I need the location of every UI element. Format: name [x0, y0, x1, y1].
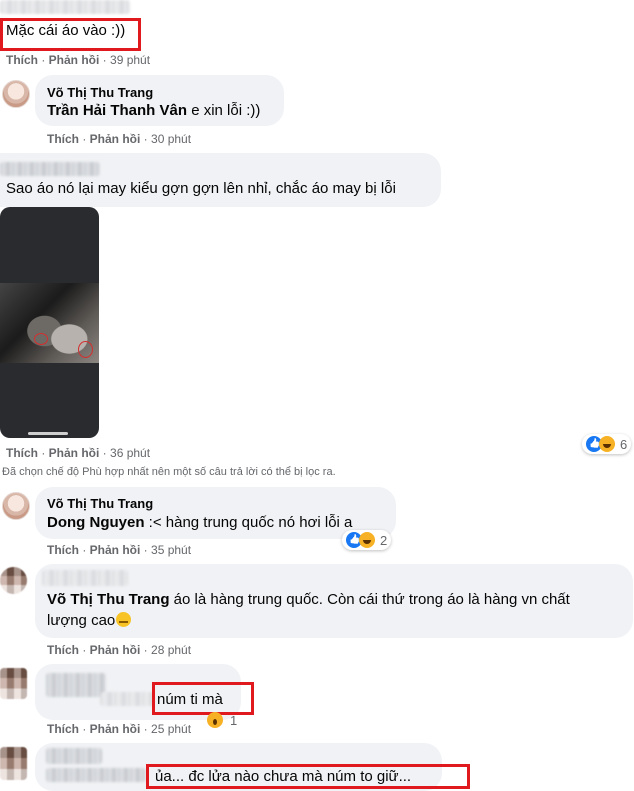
like-link[interactable]: Thích	[47, 643, 79, 657]
wow-reaction-icon	[207, 712, 223, 728]
reaction-count: 6	[620, 436, 628, 452]
comment-text: Võ Thị Thu Trang áo là hàng trung quốc. …	[47, 591, 570, 608]
redacted-name	[46, 768, 146, 782]
like-link[interactable]: Thích	[6, 53, 38, 67]
reply-link[interactable]: Phản hồi	[90, 643, 141, 657]
emoji-icon	[116, 612, 132, 627]
reaction-summary[interactable]: 1	[203, 710, 241, 730]
like-link[interactable]: Thích	[47, 132, 79, 146]
highlight-box	[0, 18, 141, 51]
mention-link[interactable]: Dong Nguyen	[47, 514, 145, 531]
annotation-circle	[78, 341, 93, 358]
comment-author[interactable]: Võ Thị Thu Trang	[47, 496, 153, 511]
photo-handle	[28, 432, 68, 435]
annotation-circle	[34, 333, 48, 345]
comment-text: Dong Nguyen :< hàng trung quốc nó hơi lỗ…	[47, 514, 353, 531]
comment-text: Sao áo nó lại may kiểu gợn gợn lên nhỉ, …	[6, 180, 396, 197]
reply-link[interactable]: Phản hồi	[49, 446, 100, 460]
reply-link[interactable]: Phản hồi	[49, 53, 100, 67]
reaction-count: 2	[380, 532, 388, 548]
comment-actions: Thích · Phản hồi · 39 phút	[6, 53, 151, 67]
reply-link[interactable]: Phản hồi	[90, 722, 141, 736]
mention-link[interactable]: Võ Thị Thu Trang	[47, 591, 170, 608]
reply-link[interactable]: Phản hồi	[90, 543, 141, 557]
comment-author[interactable]: Võ Thị Thu Trang	[47, 85, 153, 100]
highlight-box	[146, 764, 470, 789]
avatar[interactable]	[2, 80, 30, 108]
redacted-name	[46, 748, 102, 764]
comment-actions: Thích · Phản hồi · 25 phút	[47, 722, 192, 736]
reply-link[interactable]: Phản hồi	[90, 132, 141, 146]
reaction-summary[interactable]: 6	[582, 434, 632, 454]
attached-photo[interactable]	[0, 207, 99, 438]
filter-notice: Đã chọn chế độ Phù hợp nhất nên một số c…	[2, 466, 336, 478]
avatar[interactable]	[2, 492, 30, 520]
timestamp[interactable]: 35 phút	[151, 543, 191, 557]
like-link[interactable]: Thích	[47, 722, 79, 736]
redacted-name	[100, 692, 154, 706]
comment-bubble	[35, 487, 396, 539]
redacted-name	[0, 162, 100, 176]
reaction-summary[interactable]: 2	[342, 530, 392, 550]
reaction-count: 1	[230, 712, 238, 728]
comment-actions: Thích · Phản hồi · 35 phút	[47, 543, 192, 557]
haha-reaction-icon	[599, 436, 615, 452]
redacted-name	[46, 673, 106, 697]
redacted-name	[42, 570, 128, 586]
highlight-box	[152, 682, 254, 715]
comment-actions: Thích · Phản hồi · 28 phút	[47, 643, 192, 657]
comment-actions: Thích · Phản hồi · 30 phút	[47, 132, 192, 146]
redacted-name	[0, 0, 130, 14]
avatar[interactable]	[0, 747, 27, 780]
timestamp[interactable]: 25 phút	[151, 722, 191, 736]
timestamp[interactable]: 28 phút	[151, 643, 191, 657]
comment-text: Trần Hải Thanh Vân e xin lỗi :))	[47, 102, 261, 119]
like-link[interactable]: Thích	[6, 446, 38, 460]
timestamp[interactable]: 36 phút	[110, 446, 150, 460]
haha-reaction-icon	[359, 532, 375, 548]
comment-actions: Thích · Phản hồi · 36 phút	[6, 446, 151, 460]
avatar[interactable]	[0, 668, 27, 699]
mention-link[interactable]: Trần Hải Thanh Vân	[47, 102, 187, 119]
comment-text-line2: lượng cao	[47, 612, 132, 629]
avatar[interactable]	[0, 567, 27, 594]
timestamp[interactable]: 39 phút	[110, 53, 150, 67]
like-link[interactable]: Thích	[47, 543, 79, 557]
timestamp[interactable]: 30 phút	[151, 132, 191, 146]
